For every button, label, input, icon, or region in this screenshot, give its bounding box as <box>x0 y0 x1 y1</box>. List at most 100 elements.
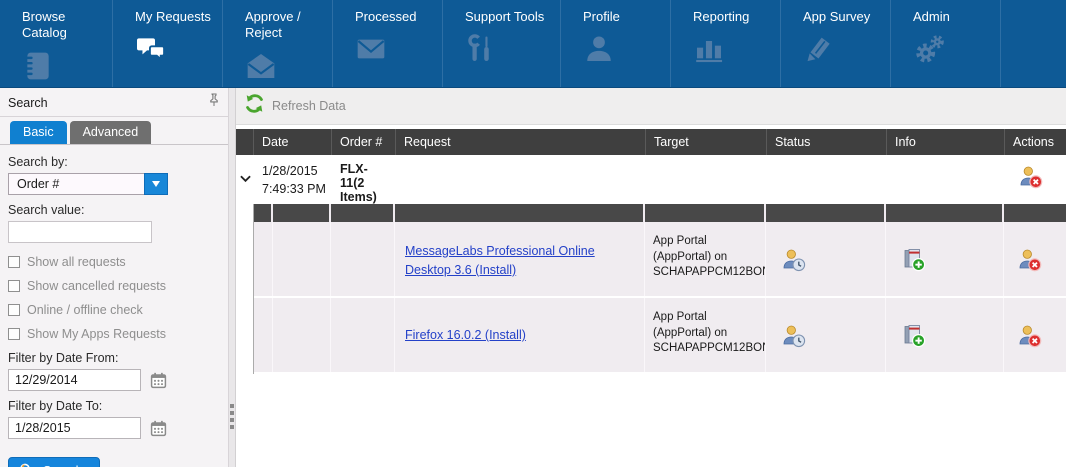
user-status-pending-icon[interactable] <box>766 222 886 296</box>
nav-item-support-tools[interactable]: Support Tools <box>443 0 561 87</box>
target-text: App Portal (AppPortal) on SCHAPAPPCM12BO… <box>645 298 766 372</box>
search-form: Search by: Order # Search value: Show al… <box>0 145 228 467</box>
calendar-icon[interactable] <box>150 420 167 437</box>
requests-grid-panel: Refresh Data Date Order # Request Target… <box>236 88 1066 467</box>
group-order-number: FLX-11(2 Items) <box>332 155 396 204</box>
chevron-down-icon <box>152 181 160 187</box>
search-tabs: Basic Advanced <box>0 117 228 145</box>
checkbox-show-cancelled-requests[interactable]: Show cancelled requests <box>8 279 220 293</box>
search-by-label: Search by: <box>8 155 220 169</box>
grid-toolbar: Refresh Data <box>236 88 1066 125</box>
nav-label: App Survey <box>803 9 889 25</box>
refresh-icon[interactable] <box>244 93 265 119</box>
checkbox-icon[interactable] <box>8 256 20 268</box>
header-request[interactable]: Request <box>396 129 646 155</box>
header-expand-column <box>236 129 254 155</box>
content-area: Search Basic Advanced Search by: Order #… <box>0 88 1066 467</box>
group-time: 7:49:33 PM <box>262 180 328 198</box>
checkbox-icon[interactable] <box>8 304 20 316</box>
pin-icon[interactable] <box>208 93 220 112</box>
header-actions[interactable]: Actions <box>1005 129 1066 155</box>
gears-icon <box>913 33 1000 67</box>
nav-item-app-survey[interactable]: App Survey <box>781 0 891 87</box>
header-target[interactable]: Target <box>646 129 767 155</box>
top-navigation: Browse Catalog My Requests Approve / Rej… <box>0 0 1066 88</box>
nav-label: Processed <box>355 9 441 25</box>
target-text: App Portal (AppPortal) on SCHAPAPPCM12BO… <box>645 222 766 296</box>
date-to-label: Filter by Date To: <box>8 399 220 413</box>
survey-pen-icon <box>803 33 890 67</box>
nav-item-reporting[interactable]: Reporting <box>671 0 781 87</box>
nav-label: Approve / Reject <box>245 9 331 42</box>
request-link[interactable]: Firefox 16.0.2 (Install) <box>405 328 526 342</box>
nav-label: Browse Catalog <box>22 9 108 42</box>
tab-basic[interactable]: Basic <box>10 121 67 144</box>
group-status-cell <box>767 155 887 204</box>
magnifier-icon <box>19 462 34 467</box>
group-date: 1/28/2015 <box>262 162 328 180</box>
checkbox-icon[interactable] <box>8 328 20 340</box>
checkbox-show-my-apps-requests[interactable]: Show My Apps Requests <box>8 327 220 341</box>
nav-label: Profile <box>583 9 669 25</box>
request-link[interactable]: MessageLabs Professional Online Desktop … <box>405 244 595 277</box>
order-items-subtable: MessageLabs Professional Online Desktop … <box>253 204 1066 374</box>
person-icon <box>583 33 670 67</box>
group-request-cell <box>396 155 646 204</box>
splitter-drag-handle[interactable] <box>230 404 234 429</box>
nav-label: Admin <box>913 9 999 25</box>
nav-item-approve-reject[interactable]: Approve / Reject <box>223 0 333 87</box>
nav-item-my-requests[interactable]: My Requests <box>113 0 223 87</box>
date-from-label: Filter by Date From: <box>8 351 220 365</box>
bar-chart-icon <box>693 33 780 67</box>
table-header-row: Date Order # Request Target Status Info … <box>236 129 1066 155</box>
group-date-cell: 1/28/2015 7:49:33 PM <box>254 155 332 204</box>
nav-label: Support Tools <box>465 9 551 25</box>
nav-label: My Requests <box>135 9 221 25</box>
order-group-row: 1/28/2015 7:49:33 PM FLX-11(2 Items) <box>236 155 1066 204</box>
tab-advanced[interactable]: Advanced <box>70 121 152 144</box>
panel-splitter[interactable] <box>229 88 236 467</box>
search-panel-header: Search <box>0 88 228 117</box>
header-date[interactable]: Date <box>254 129 332 155</box>
header-info[interactable]: Info <box>887 129 1005 155</box>
dropdown-button[interactable] <box>144 173 168 195</box>
cancel-request-icon[interactable] <box>1005 155 1066 204</box>
nav-filler <box>1001 0 1066 87</box>
request-item-row: Firefox 16.0.2 (Install) App Portal (App… <box>254 298 1066 374</box>
search-button[interactable]: Search <box>8 457 100 467</box>
nav-label: Reporting <box>693 9 779 25</box>
nav-item-profile[interactable]: Profile <box>561 0 671 87</box>
cancel-request-icon[interactable] <box>1004 222 1066 296</box>
checkbox-show-all-requests[interactable]: Show all requests <box>8 255 220 269</box>
search-panel-title: Search <box>8 96 48 110</box>
nav-item-processed[interactable]: Processed <box>333 0 443 87</box>
date-to-input[interactable] <box>8 417 141 439</box>
nav-item-browse-catalog[interactable]: Browse Catalog <box>0 0 113 87</box>
book-icon <box>22 50 112 84</box>
group-info-cell <box>887 155 1005 204</box>
envelope-icon <box>355 33 442 67</box>
search-by-dropdown[interactable]: Order # <box>8 173 168 195</box>
header-order[interactable]: Order # <box>332 129 396 155</box>
tools-icon <box>465 33 560 67</box>
search-value-label: Search value: <box>8 203 220 217</box>
date-from-input[interactable] <box>8 369 141 391</box>
search-by-value: Order # <box>8 173 144 195</box>
search-value-input[interactable] <box>8 221 152 243</box>
checkbox-icon[interactable] <box>8 280 20 292</box>
request-item-row: MessageLabs Professional Online Desktop … <box>254 222 1066 298</box>
header-status[interactable]: Status <box>767 129 887 155</box>
calendar-icon[interactable] <box>150 372 167 389</box>
checkbox-online-offline-check[interactable]: Online / offline check <box>8 303 220 317</box>
subtable-header-row <box>254 204 1066 222</box>
nav-item-admin[interactable]: Admin <box>891 0 1001 87</box>
search-panel: Search Basic Advanced Search by: Order #… <box>0 88 229 467</box>
envelope-open-icon <box>245 50 332 84</box>
install-package-icon[interactable] <box>886 298 1004 372</box>
cancel-request-icon[interactable] <box>1004 298 1066 372</box>
collapse-chevron-icon[interactable] <box>236 155 254 204</box>
install-package-icon[interactable] <box>886 222 1004 296</box>
refresh-data-label[interactable]: Refresh Data <box>272 99 346 113</box>
group-target-cell <box>646 155 767 204</box>
user-status-pending-icon[interactable] <box>766 298 886 372</box>
